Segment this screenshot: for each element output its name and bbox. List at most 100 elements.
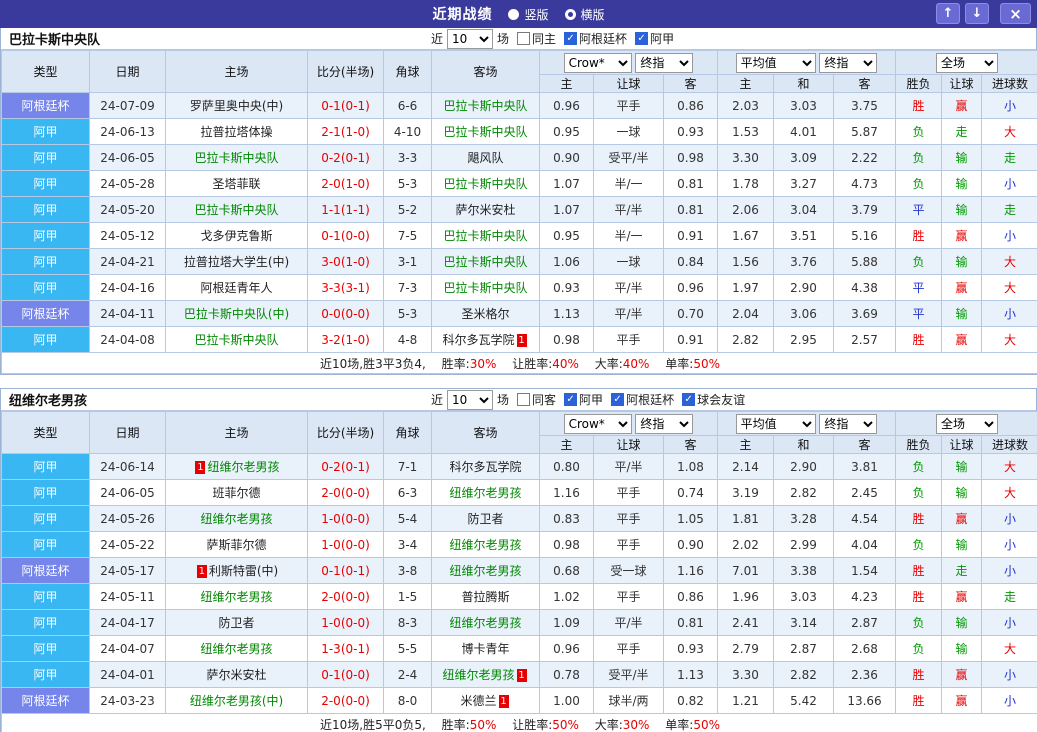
away-team: 科尔多瓦学院 [431,453,540,480]
euro-away: 4.73 [833,170,896,197]
home-team: 纽维尔老男孩 [165,635,308,662]
home-team: 拉普拉塔大学生(中) [165,248,308,275]
match-date: 24-05-11 [89,583,166,610]
red-card-count: 1 [196,565,207,578]
radio-horizontal-layout[interactable]: 横版 [564,6,605,23]
checkbox-checked-icon[interactable]: ✓ [564,32,578,45]
stat-win-rate: 胜率:50% [442,718,497,732]
handicap-period-select[interactable]: 终指 [635,52,694,73]
handicap-line: 平手 [593,505,664,532]
corner-score: 5-2 [383,196,432,223]
col-odds-away: 客 [663,74,718,93]
checkbox-checked-icon[interactable]: ✓ [682,393,696,406]
filter-checkbox[interactable]: ✓ 阿根廷杯 [564,30,627,47]
result-handicap: 输 [941,170,982,197]
odds-away: 0.81 [663,170,718,197]
result-goals: 小 [981,222,1037,249]
col-euro-home: 主 [717,435,774,454]
corner-score: 6-3 [383,479,432,506]
scroll-down-button[interactable]: ↓ [965,3,989,24]
match-count-select[interactable]: 10 [447,28,494,49]
corner-score: 6-6 [383,92,432,119]
handicap-line: 半/一 [593,222,664,249]
score: 1-3(0-1) [307,635,384,662]
result-goals: 走 [981,196,1037,223]
result-goals: 小 [981,505,1037,532]
match-count-select[interactable]: 10 [447,389,494,410]
checkbox-checked-icon[interactable]: ✓ [564,393,578,406]
team-name: 纽维尔老男孩(中) [189,694,284,708]
filter-checkbox[interactable]: ✓ 球会友谊 [682,391,745,408]
result-group: 全场 [895,50,1037,75]
euro-draw: 3.51 [773,222,834,249]
team-name: 圣米格尔 [461,307,510,321]
away-team: 巴拉卡斯中央队 [431,170,540,197]
handicap-period-select[interactable]: 终指 [635,413,694,434]
result-handicap: 输 [941,479,982,506]
league-type-badge: 阿甲 [1,326,90,353]
bookmaker-select[interactable]: Crow* [563,413,632,434]
col-euro-draw: 和 [773,74,834,93]
match-date: 24-05-20 [89,196,166,223]
team-name: 纽维尔老男孩 [449,538,522,552]
match-row: 阿甲 24-05-20 巴拉卡斯中央队 1-1(1-1) 5-2 萨尔米安杜 1.07 平/半… [1,196,1037,223]
average-select[interactable]: 平均值 [735,413,816,434]
euro-home: 3.30 [717,144,774,171]
match-row: 阿根廷杯 24-07-09 罗萨里奥中央(中) 0-1(0-1) 6-6 巴拉卡斯中央队 0… [1,92,1037,119]
result-goals: 大 [981,326,1037,353]
filter-checkbox[interactable]: 同主 [517,30,556,47]
scope-select[interactable]: 全场 [936,413,998,434]
euro-home: 3.30 [717,661,774,688]
checkbox-unchecked-icon[interactable] [517,393,531,406]
euro-period-select[interactable]: 终指 [819,52,878,73]
odds-home: 0.96 [539,92,594,119]
filter-checkbox[interactable]: ✓ 阿甲 [635,30,674,47]
red-card-count: 1 [516,669,527,682]
league-type-badge: 阿根廷杯 [1,300,90,327]
result-winlose: 负 [895,531,942,558]
away-team: 纽维尔老男孩 [431,557,540,584]
radio-vertical-layout[interactable]: 竖版 [508,6,549,23]
checkbox-checked-icon[interactable]: ✓ [611,393,625,406]
home-team: 纽维尔老男孩(中) [165,687,308,714]
match-row: 阿甲 24-05-28 圣塔菲联 2-0(1-0) 5-3 巴拉卡斯中央队 1.07 半/一 0… [1,170,1037,197]
match-row: 阿甲 24-05-11 纽维尔老男孩 2-0(0-0) 1-5 普拉腾斯 1.02 平手 0.8… [1,583,1037,610]
euro-home: 2.02 [717,531,774,558]
stat-value: 40% [622,356,650,371]
score: 3-2(1-0) [307,326,384,353]
filter-checkbox[interactable]: ✓ 阿甲 [564,391,603,408]
radio-icon [508,8,520,20]
euro-period-select[interactable]: 终指 [819,413,878,434]
euro-home: 1.96 [717,583,774,610]
home-team: 罗萨里奥中央(中) [165,92,308,119]
filter-checkbox[interactable]: ✓ 阿根廷杯 [611,391,674,408]
checkbox-checked-icon[interactable]: ✓ [635,32,649,45]
close-button[interactable]: × [1000,3,1031,24]
col-handicap: 让球 [593,435,664,454]
scroll-up-button[interactable]: ↑ [936,3,960,24]
match-row: 阿甲 24-05-12 戈多伊克鲁斯 0-1(0-0) 7-5 巴拉卡斯中央队 0.95 半/… [1,222,1037,249]
match-date: 24-06-05 [89,479,166,506]
result-handicap: 输 [941,300,982,327]
result-goals: 走 [981,144,1037,171]
average-select[interactable]: 平均值 [735,52,816,73]
home-team: 班菲尔德 [165,479,308,506]
home-team: 萨斯菲尔德 [165,531,308,558]
euro-away: 5.88 [833,248,896,275]
checkbox-unchecked-icon[interactable] [517,32,531,45]
titlebar: 近期战绩 竖版 横版 ↑ ↓ × [0,0,1037,28]
scope-select[interactable]: 全场 [936,52,998,73]
stat-label: 让胜率: [512,356,553,371]
handicap-line: 平手 [593,583,664,610]
odds-away: 0.82 [663,687,718,714]
team-name: 米德兰 [460,694,497,708]
filter-checkbox[interactable]: 同客 [517,391,556,408]
result-winlose: 负 [895,609,942,636]
bookmaker-select[interactable]: Crow* [563,52,632,73]
league-type-badge: 阿甲 [1,453,90,480]
away-team: 博卡青年 [431,635,540,662]
score: 2-0(0-0) [307,687,384,714]
asian-odds-group: Crow* 终指 [539,411,718,436]
score: 2-0(0-0) [307,583,384,610]
handicap-line: 平/半 [593,274,664,301]
